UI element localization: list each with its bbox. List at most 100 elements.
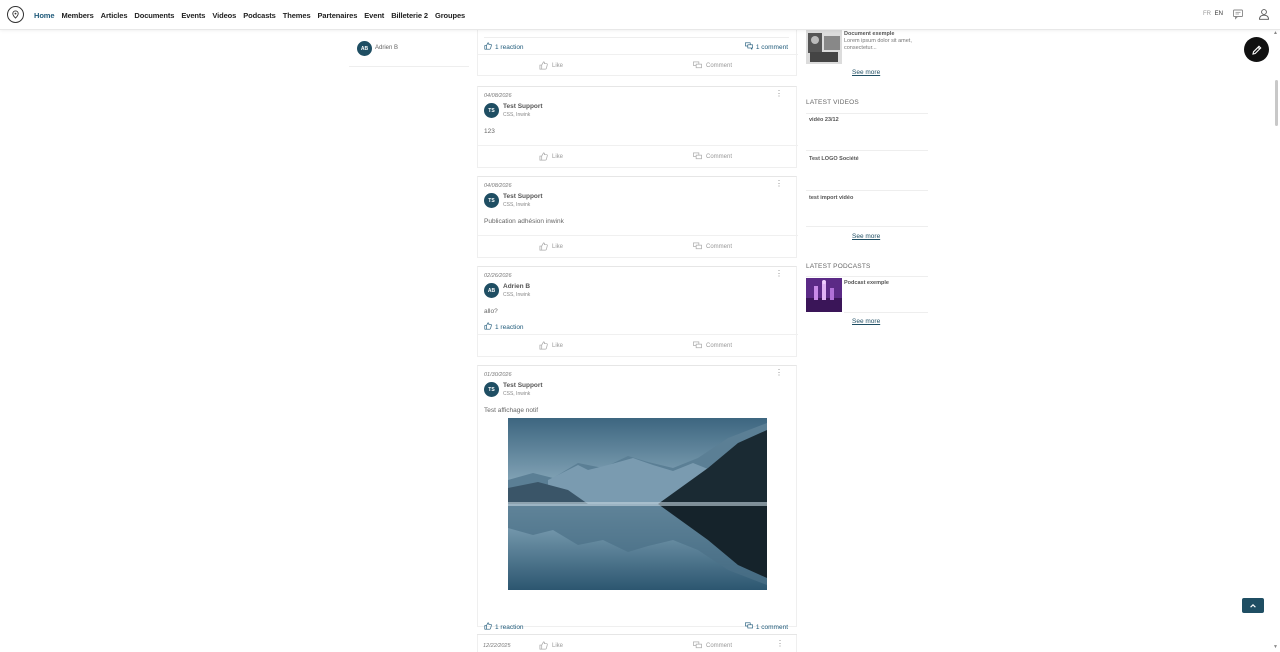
see-more-documents-link[interactable]: See more (852, 69, 880, 76)
nav-members[interactable]: Members (61, 11, 93, 20)
document-thumbnail[interactable] (806, 30, 842, 64)
main-menu: Home Members Articles Documents Events V… (34, 0, 472, 30)
like-button[interactable]: Like (539, 341, 563, 350)
more-options-icon[interactable]: ⋮ (776, 640, 784, 648)
see-more-videos-link[interactable]: See more (852, 233, 880, 240)
pencil-icon (1251, 45, 1261, 55)
lang-fr[interactable]: FR (1203, 11, 1211, 17)
comment-button[interactable]: Comment (693, 152, 732, 161)
video-title[interactable]: vidéo 23/12 (809, 117, 839, 123)
like-button[interactable]: Like (539, 61, 563, 70)
nav-videos[interactable]: Videos (212, 11, 236, 20)
language-switcher: FR EN (1203, 11, 1223, 17)
comment-icon (693, 242, 702, 250)
post-date: 02/26/2026 (484, 273, 512, 279)
top-navigation-bar: Home Members Articles Documents Events V… (0, 0, 1280, 30)
scrollbar-thumb[interactable] (1274, 80, 1278, 126)
location-pin-icon (12, 10, 19, 19)
avatar: TS (484, 193, 499, 208)
scroll-up-arrow-icon[interactable]: ▲ (1273, 30, 1278, 36)
document-title[interactable]: Document exemple (844, 31, 894, 37)
comment-count[interactable]: 1 comment (744, 42, 788, 52)
post-organization: CSS, Inwink (503, 292, 531, 298)
avatar: TS (484, 103, 499, 118)
post-author[interactable]: Test Support (503, 193, 543, 200)
comment-count[interactable]: 1 comment (744, 622, 788, 632)
user-profile-icon[interactable] (1258, 8, 1270, 20)
nav-billeterie-2[interactable]: Billeterie 2 (391, 11, 428, 20)
podcast-thumbnail[interactable] (806, 278, 842, 312)
thumbs-up-icon (539, 242, 548, 251)
more-options-icon[interactable]: ⋮ (775, 90, 783, 98)
thumbs-up-icon (539, 61, 548, 70)
avatar: AB (357, 41, 372, 56)
thumbs-up-icon (539, 152, 548, 161)
like-button[interactable]: Like (539, 242, 563, 251)
comment-icon (693, 61, 702, 69)
news-feed: 1 reaction 1 comment Like Comment 04/08/… (477, 30, 798, 652)
nav-events[interactable]: Events (181, 11, 205, 20)
divider (484, 37, 789, 38)
podcast-title[interactable]: Podcast exemple (844, 280, 889, 286)
nav-themes[interactable]: Themes (283, 11, 311, 20)
video-title[interactable]: Test LOGO Société (809, 156, 859, 162)
left-profile-card[interactable]: AB Adrien B (349, 37, 469, 67)
comments-icon (744, 42, 753, 52)
post-author[interactable]: Test Support (503, 103, 543, 110)
post-actions: Like Comment (478, 54, 798, 76)
nav-groupes[interactable]: Groupes (435, 11, 465, 20)
reaction-count[interactable]: 1 reaction (484, 42, 524, 52)
like-label: Like (552, 153, 564, 160)
post-image-mountain-lake[interactable] (508, 418, 767, 590)
page-scrollbar[interactable]: ▲ ▼ (1273, 30, 1280, 652)
divider (844, 312, 928, 313)
post-actions: Like Comment (478, 334, 798, 356)
divider (806, 190, 928, 191)
latest-videos-title: LATEST VIDEOS (806, 99, 859, 106)
site-logo[interactable] (7, 6, 24, 23)
see-more-podcasts-link[interactable]: See more (852, 318, 880, 325)
nav-articles[interactable]: Articles (101, 11, 128, 20)
thumbs-up-icon (539, 341, 548, 350)
nav-home[interactable]: Home (34, 11, 55, 20)
nav-documents[interactable]: Documents (134, 11, 174, 20)
feed-post: 1 reaction 1 comment Like Comment (477, 30, 798, 76)
nav-partenaires[interactable]: Partenaires (318, 11, 358, 20)
comment-button[interactable]: Comment (693, 61, 732, 70)
scroll-to-top-button[interactable] (1242, 598, 1264, 613)
video-title[interactable]: test import vidéo (809, 195, 853, 201)
post-actions: Like Comment (478, 145, 798, 167)
reaction-count[interactable]: 1 reaction (484, 622, 524, 632)
nav-podcasts[interactable]: Podcasts (243, 11, 276, 20)
post-body: allo? (484, 308, 498, 315)
like-label: Like (552, 62, 564, 69)
scroll-down-arrow-icon[interactable]: ▼ (1273, 644, 1278, 650)
more-options-icon[interactable]: ⋮ (775, 369, 783, 377)
post-date: 12/22/2025 (483, 643, 511, 649)
comment-label: Comment (706, 342, 733, 349)
messages-icon[interactable] (1232, 8, 1244, 20)
reaction-count[interactable]: 1 reaction (484, 322, 524, 332)
feed-post: 12/22/2025 ⋮ (477, 634, 797, 652)
reaction-text: 1 reaction (495, 43, 524, 51)
comment-label: Comment (706, 153, 733, 160)
post-date: 04/08/2026 (484, 183, 512, 189)
post-body: 123 (484, 128, 495, 135)
comment-icon (693, 341, 702, 349)
like-button[interactable]: Like (539, 152, 563, 161)
reaction-text: 1 reaction (495, 323, 524, 331)
comment-button[interactable]: Comment (693, 341, 732, 350)
more-options-icon[interactable]: ⋮ (775, 180, 783, 188)
chevron-up-icon (1250, 603, 1256, 608)
post-body: Test affichage notif (484, 407, 539, 414)
lang-en[interactable]: EN (1215, 11, 1223, 17)
more-options-icon[interactable]: ⋮ (775, 270, 783, 278)
create-post-button[interactable] (1244, 37, 1269, 62)
comment-button[interactable]: Comment (693, 242, 732, 251)
post-author[interactable]: Test Support (503, 382, 543, 389)
post-author[interactable]: Adrien B (503, 283, 530, 290)
thumbs-up-icon (484, 622, 492, 632)
thumbs-up-icon (484, 322, 492, 332)
nav-event[interactable]: Event (364, 11, 384, 20)
post-date: 01/30/2026 (484, 372, 512, 378)
